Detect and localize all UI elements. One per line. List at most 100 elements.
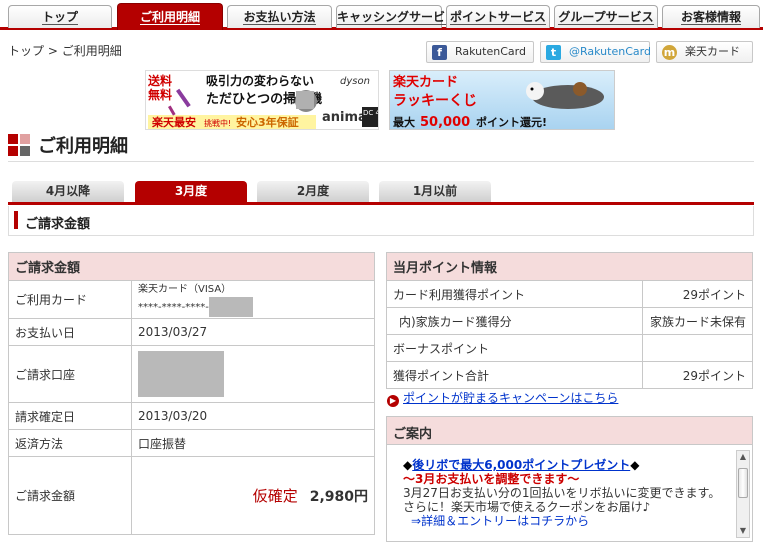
section-title: ご請求金額 bbox=[25, 217, 91, 232]
month-tab-march[interactable]: 3月度 bbox=[135, 181, 247, 202]
scroll-down-icon[interactable]: ▼ bbox=[737, 525, 749, 537]
mixi-button[interactable]: m 楽天カード bbox=[656, 41, 753, 63]
nav-tab-points[interactable]: ポイントサービス bbox=[446, 5, 550, 28]
double-arrow-icon: ⇒ bbox=[411, 514, 422, 528]
campaign-link[interactable]: ポイントが貯まるキャンペーンはこちら bbox=[403, 391, 618, 405]
guide-text-1: 3月27日お支払い分の1回払いをリボ払いに変更できます。 bbox=[403, 486, 721, 500]
twitter-button[interactable]: t @RakutenCard bbox=[540, 41, 651, 63]
confirm-date-label: 請求確定日 bbox=[8, 402, 132, 430]
lucky-banner-art: 楽天カード ラッキーくじ 最大 50,000 ポイント還元! bbox=[392, 74, 604, 130]
mixi-icon: m bbox=[662, 45, 677, 60]
points-table: 当月ポイント情報 カード利用獲得ポイント 29ポイント 内)家族カード獲得分 家… bbox=[386, 252, 753, 389]
card-label: ご利用カード bbox=[8, 280, 132, 319]
card-name: 楽天カード（VISA） bbox=[138, 283, 232, 295]
dyson-line2: 吸引力の変わらない bbox=[206, 73, 314, 88]
guide-content: ◆後リボで最大6,000ポイントプレゼント◆ ～3月お支払いを調整できます～ 3… bbox=[387, 446, 737, 541]
account-label: ご請求口座 bbox=[8, 345, 132, 403]
title-mark-square bbox=[20, 146, 30, 156]
lucky-amount: 50,000 bbox=[420, 115, 470, 130]
dyson-banner-art: 送料 無料 吸引力の変わらない dyson ただひとつの掃除機 楽天最安 挑戦中… bbox=[146, 71, 379, 129]
nav-tab-cashing[interactable]: キャッシングサービス bbox=[336, 5, 458, 28]
dyson-brand: dyson bbox=[340, 76, 370, 87]
month-tab-april-later[interactable]: 4月以降 bbox=[12, 181, 124, 202]
points-row-label: 獲得ポイント合計 bbox=[386, 361, 643, 389]
confirm-date-value: 2013/03/20 bbox=[131, 402, 375, 430]
month-tab-february[interactable]: 2月度 bbox=[257, 181, 369, 202]
pay-date-value: 2013/03/27 bbox=[131, 318, 375, 346]
nav-tab-customer[interactable]: お客様情報 bbox=[662, 5, 760, 28]
guide-caption: ご案内 bbox=[387, 417, 752, 445]
page-title: ご利用明細 bbox=[8, 132, 754, 162]
page-title-text: ご利用明細 bbox=[38, 136, 128, 157]
facebook-icon: f bbox=[432, 45, 447, 60]
lucky-max: 最大 bbox=[393, 115, 415, 129]
repay-method-value: 口座振替 bbox=[131, 429, 375, 457]
mixi-label: 楽天カード bbox=[685, 45, 740, 58]
points-row-label: 内)家族カード獲得分 bbox=[386, 307, 643, 335]
scroll-thumb[interactable] bbox=[738, 468, 748, 498]
title-mark-square bbox=[8, 146, 18, 156]
card-number-text: ****-****-****- bbox=[138, 301, 209, 313]
pay-date-label: お支払い日 bbox=[8, 318, 132, 346]
points-row-value bbox=[642, 334, 753, 362]
nav-tab-statement[interactable]: ご利用明細 bbox=[117, 3, 223, 30]
breadcrumb: トップ > ご利用明細 bbox=[8, 42, 122, 59]
dyson-model-code: DC 44 bbox=[363, 109, 379, 117]
guide-text-2: さらに！楽天市場で使えるクーポンをお届け♪ bbox=[403, 500, 651, 514]
title-mark-icon bbox=[8, 134, 18, 144]
breadcrumb-current: ご利用明細 bbox=[61, 44, 122, 58]
month-tab-january-earlier[interactable]: 1月以前 bbox=[379, 181, 491, 202]
account-value bbox=[131, 345, 375, 403]
lucky-lottery-banner[interactable]: 楽天カード ラッキーくじ 最大 50,000 ポイント還元! bbox=[389, 70, 615, 130]
card-value: 楽天カード（VISA） ****-****-****- bbox=[131, 280, 375, 319]
guide-box: ご案内 ◆後リボで最大6,000ポイントプレゼント◆ ～3月お支払いを調整できま… bbox=[386, 416, 753, 542]
card-number: ****-****-****- bbox=[138, 296, 374, 317]
points-caption: 当月ポイント情報 bbox=[386, 252, 753, 281]
lucky-title: 楽天カード bbox=[392, 74, 458, 90]
breadcrumb-home-link[interactable]: トップ bbox=[8, 44, 44, 58]
dyson-cheapest: 楽天最安 bbox=[151, 115, 196, 129]
guide-headline-link[interactable]: 後リボで最大6,000ポイントプレゼント bbox=[412, 458, 630, 472]
campaign-link-row: ▶ ポイントが貯まるキャンペーンはこちら bbox=[387, 389, 618, 407]
billing-table: ご請求金額 ご利用カード 楽天カード（VISA） ****-****-****-… bbox=[8, 252, 375, 535]
amount-label: ご請求金額 bbox=[8, 456, 132, 535]
guide-entry-link[interactable]: 詳細＆エントリーはコチラから bbox=[421, 514, 589, 528]
amount-value: 仮確定 2,980円 bbox=[131, 456, 375, 535]
dyson-warranty: 安心3年保証 bbox=[236, 115, 299, 129]
facebook-label: RakutenCard bbox=[455, 45, 526, 58]
nav-tab-top[interactable]: トップ bbox=[8, 5, 112, 28]
lucky-subtitle: ラッキーくじ bbox=[393, 93, 477, 109]
scroll-up-icon[interactable]: ▲ bbox=[737, 451, 749, 463]
guide-scrollbar[interactable]: ▲ ▼ bbox=[736, 450, 750, 538]
masked-card-digits bbox=[208, 296, 253, 317]
points-row-label: カード利用獲得ポイント bbox=[386, 280, 643, 308]
breadcrumb-separator: > bbox=[47, 44, 58, 58]
main-nav: トップ ご利用明細 お支払い方法 キャッシングサービス ポイントサービス グルー… bbox=[0, 0, 763, 30]
dyson-banner[interactable]: 送料 無料 吸引力の変わらない dyson ただひとつの掃除機 楽天最安 挑戦中… bbox=[145, 70, 379, 130]
billing-caption: ご請求金額 bbox=[8, 252, 375, 281]
guide-subheadline: ～3月お支払いを調整できます～ bbox=[403, 472, 580, 486]
facebook-button[interactable]: f RakutenCard bbox=[426, 41, 534, 63]
dyson-challenge: 挑戦中! bbox=[204, 118, 231, 128]
arrow-right-icon: ▶ bbox=[387, 395, 399, 407]
repay-method-label: 返済方法 bbox=[8, 429, 132, 457]
month-tabs: 4月以降 3月度 2月度 1月以前 bbox=[8, 181, 754, 205]
diamond-icon: ◆ bbox=[630, 458, 640, 472]
points-row-value: 29ポイント bbox=[642, 280, 753, 308]
title-mark-square bbox=[20, 134, 30, 144]
lucky-return: ポイント還元! bbox=[476, 115, 547, 129]
nav-tab-payment[interactable]: お支払い方法 bbox=[227, 5, 332, 28]
twitter-bird-icon: t bbox=[546, 45, 561, 60]
dyson-free-shipping-1: 送料 bbox=[147, 73, 172, 88]
nav-tab-group[interactable]: グループサービス bbox=[554, 5, 658, 28]
guide-headline: ◆後リボで最大6,000ポイントプレゼント◆ bbox=[403, 458, 737, 472]
twitter-label: @RakutenCard bbox=[569, 45, 651, 58]
section-bar bbox=[14, 211, 18, 229]
amount-total: 2,980円 bbox=[309, 489, 368, 505]
points-row-value: 家族カード未保有 bbox=[642, 307, 753, 335]
points-row-value: 29ポイント bbox=[642, 361, 753, 389]
guide-entry-row: ⇒詳細＆エントリーはコチラから bbox=[403, 514, 737, 528]
dyson-free-shipping-2: 無料 bbox=[148, 87, 172, 102]
sea-otter-mascot-icon bbox=[526, 82, 604, 109]
diamond-icon: ◆ bbox=[403, 458, 413, 472]
